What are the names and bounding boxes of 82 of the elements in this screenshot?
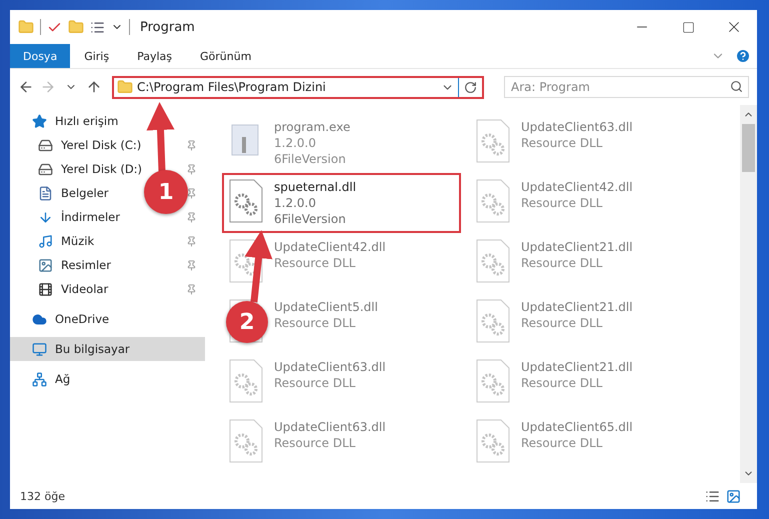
sidebar-item[interactable]: OneDrive [55,312,110,326]
scrollbar[interactable] [740,105,757,483]
ribbon-tab[interactable]: Paylaş [123,44,186,68]
file-detail: Resource DLL [521,135,604,151]
help-icon[interactable] [735,48,751,64]
drive-icon [38,138,53,152]
file-name[interactable]: UpdateClient63.dll [274,359,386,375]
monitor-icon [32,342,47,356]
download-icon [38,210,53,224]
file-detail: Resource DLL [274,375,356,391]
star-icon [32,114,47,128]
file-gears-icon [228,419,264,463]
file-detail: 6FileVersion [274,151,347,167]
annotation-arrow [146,102,174,172]
large-icons-view-icon[interactable] [726,488,741,504]
cloud-icon [32,312,47,326]
file-gears-icon [475,239,511,283]
picture-icon [38,258,53,272]
file-name[interactable]: UpdateClient21.dll [521,299,633,315]
file-name[interactable]: UpdateClient21.dll [521,239,633,255]
search-icon[interactable] [730,80,743,93]
ribbon-tab[interactable]: Giriş [70,44,124,68]
file-name[interactable]: UpdateClient21.dll [521,359,633,375]
film-icon [38,282,53,296]
sidebar-item[interactable]: İndirmeler [61,210,120,224]
file-detail: Resource DLL [274,435,356,451]
sidebar-item[interactable]: Müzik [61,234,94,248]
file-name[interactable]: UpdateClient42.dll [521,179,633,195]
file-name[interactable]: program.exe [274,119,350,135]
file-detail: 1.2.0.0 [274,135,317,151]
folder-icon [117,79,133,95]
file-name[interactable]: UpdateClient5.dll [274,299,378,315]
search-field[interactable]: Ara: Program [504,76,749,98]
sidebar-item[interactable]: Bu bilgisayar [55,342,130,356]
sidebar-item[interactable]: Hızlı erişim [55,114,118,128]
window-title: Program [140,20,195,34]
file-name[interactable]: UpdateClient63.dll [521,119,633,135]
details-view-icon[interactable] [705,488,720,504]
file-detail: Resource DLL [274,255,356,271]
refresh-icon[interactable] [464,80,477,94]
step-number: 2 [226,301,268,343]
music-icon [38,234,53,248]
sidebar-item[interactable]: Belgeler [61,186,109,200]
file-detail: 6FileVersion [274,211,347,227]
file-detail: 1.2.0.0 [274,195,317,211]
sidebar-item[interactable]: Ağ [55,372,70,386]
view-icon[interactable] [90,20,105,34]
drive-icon [38,162,53,176]
up-button[interactable] [86,79,102,95]
sidebar-item[interactable]: Yerel Disk (D:) [61,162,142,176]
file-detail: Resource DLL [521,375,604,391]
address-bar[interactable]: C:\Program Files\Program Dizini [112,76,484,98]
file-detail: Resource DLL [521,315,604,331]
file-gears-icon [475,359,511,403]
scroll-thumb[interactable] [742,124,755,172]
file-gears-icon [475,179,511,223]
sidebar-item[interactable]: Yerel Disk (C:) [61,138,142,152]
file-name[interactable]: UpdateClient65.dll [521,419,633,435]
document-icon [38,186,53,200]
ribbon-tab[interactable]: Dosya [10,44,70,68]
file-gears-icon [475,119,511,163]
file-name[interactable]: UpdateClient63.dll [274,419,386,435]
sidebar-item[interactable]: Videolar [61,282,108,296]
sidebar-item[interactable]: Resimler [61,258,111,272]
network-icon [32,372,47,386]
file-gears-icon [228,359,264,403]
file-detail: Resource DLL [521,195,604,211]
file-detail: Resource DLL [274,315,356,331]
folder-icon [18,19,34,35]
file-name[interactable]: UpdateClient42.dll [274,239,386,255]
file-gears-icon [228,179,264,223]
item-count: 132 öğe [20,490,65,502]
ribbon-tab[interactable]: Görünüm [186,44,266,68]
step-number: 1 [144,170,188,214]
file-gears-icon [228,239,264,283]
file-name[interactable]: spueternal.dll [274,179,356,195]
file-detail: Resource DLL [521,435,604,451]
back-button[interactable] [18,79,34,95]
file-gears-icon [475,299,511,343]
maximize-icon[interactable] [682,20,694,34]
file-gears-icon [475,419,511,463]
file-detail: Resource DLL [521,255,604,271]
